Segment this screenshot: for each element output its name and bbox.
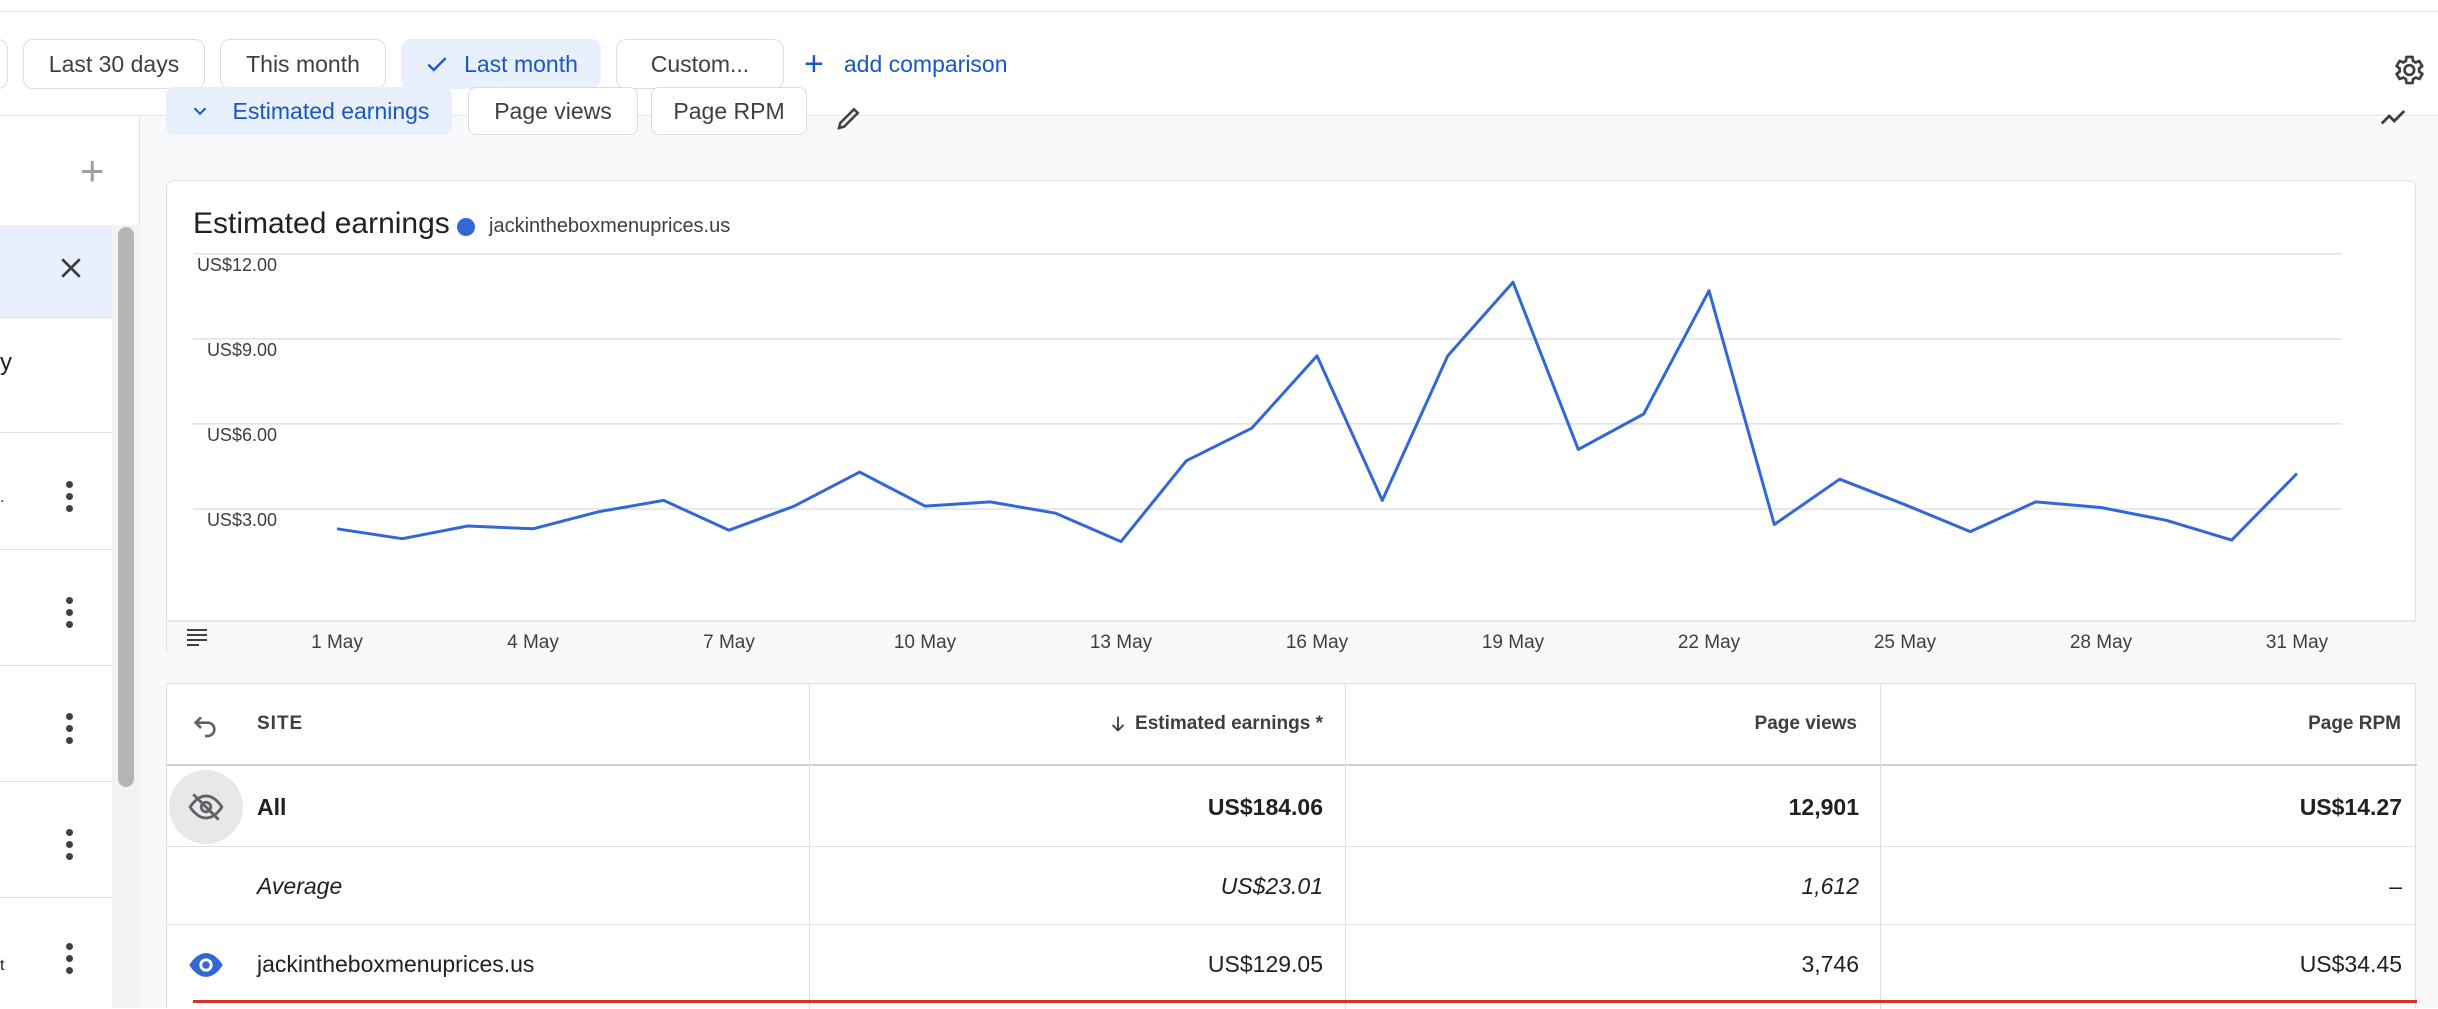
check-icon — [427, 57, 447, 72]
x-tick-label: 16 May — [1286, 632, 1349, 653]
chip-custom[interactable]: Custom... — [616, 39, 784, 89]
series-color-marker — [193, 1000, 2417, 1003]
divider — [0, 897, 112, 898]
hidden-eye-button[interactable] — [169, 770, 243, 844]
chip-label: Last 30 days — [48, 50, 180, 77]
chip-last-30-days[interactable]: Last 30 days — [23, 39, 205, 89]
cell-page-views: 1,612 — [1801, 872, 1859, 899]
add-filter-plus-icon[interactable]: + — [80, 147, 105, 195]
main-content: Estimated earnings Page views Page RPM E… — [140, 87, 2438, 1009]
chevron-down-icon — [193, 107, 206, 116]
truncated-text: . — [0, 489, 5, 506]
y-tick-label: US$3.00 — [207, 510, 277, 530]
chip-partial-left[interactable] — [0, 39, 8, 89]
header-label: Estimated earnings * — [1135, 713, 1323, 734]
add-comparison-label: add comparison — [843, 50, 1008, 77]
chart-toggle-icon[interactable] — [2376, 101, 2410, 131]
more-vert-icon[interactable] — [66, 713, 74, 745]
close-icon[interactable] — [56, 253, 86, 283]
series-line — [336, 280, 2299, 544]
cell-page-rpm: US$34.45 — [2299, 950, 2402, 977]
left-panel: + y . t — [0, 117, 140, 1008]
x-tick-label: 19 May — [1482, 632, 1545, 653]
metric-chip-estimated-earnings[interactable]: Estimated earnings — [166, 87, 452, 135]
arrow-down-icon — [1111, 716, 1125, 732]
x-tick-label: 7 May — [703, 632, 755, 653]
visibility-off-icon — [188, 793, 224, 821]
cell-site: All — [257, 793, 287, 820]
cell-page-rpm: – — [2389, 872, 2402, 899]
cell-earnings: US$184.06 — [1207, 793, 1323, 820]
header-divider — [167, 764, 2417, 766]
edit-pencil-icon[interactable] — [834, 103, 864, 133]
header-estimated-earnings[interactable]: Estimated earnings * — [809, 684, 1337, 764]
header-page-rpm[interactable]: Page RPM — [1879, 684, 2415, 764]
more-vert-icon[interactable] — [66, 481, 74, 513]
divider — [0, 665, 112, 666]
divider — [0, 549, 112, 550]
x-tick-label: 13 May — [1090, 632, 1153, 653]
chip-label: This month — [246, 50, 360, 77]
chip-this-month[interactable]: This month — [220, 39, 386, 89]
x-tick-label: 1 May — [311, 632, 363, 653]
chip-label: Custom... — [650, 50, 750, 77]
sites-table: SITE Estimated earnings * Page views Pag… — [166, 683, 2417, 1009]
earnings-chart-card: Estimated earnings jackintheboxmenuprice… — [166, 180, 2417, 659]
x-tick-label: 28 May — [2070, 632, 2133, 653]
x-tick-label: 4 May — [507, 632, 559, 653]
metric-chip-page-views[interactable]: Page views — [468, 87, 638, 135]
cell-page-views: 12,901 — [1788, 793, 1859, 820]
truncated-text: y — [0, 349, 12, 376]
visibility-icon[interactable] — [187, 946, 225, 984]
undo-icon[interactable] — [189, 708, 221, 740]
cell-site: Average — [257, 872, 343, 899]
divider — [0, 317, 112, 318]
x-tick-label: 22 May — [1678, 632, 1741, 653]
x-tick-label: 31 May — [2266, 632, 2329, 653]
more-vert-icon[interactable] — [66, 829, 74, 861]
cell-page-views: 3,746 — [1801, 950, 1859, 977]
y-tick-label: US$6.00 — [207, 425, 277, 445]
metric-label: Page views — [494, 97, 612, 124]
earnings-line-chart: US$3.00 US$6.00 US$9.00 US$12.00 1 May 4 May 7… — [167, 253, 2417, 659]
header-site[interactable]: SITE — [257, 684, 303, 764]
cell-page-rpm: US$14.27 — [2299, 793, 2402, 820]
x-tick-label: 10 May — [894, 632, 957, 653]
cell-earnings: US$23.01 — [1220, 872, 1323, 899]
y-tick-label: US$9.00 — [207, 340, 277, 360]
scrollbar-thumb[interactable] — [118, 227, 134, 787]
header-page-views[interactable]: Page views — [1343, 684, 1871, 764]
gear-icon[interactable] — [2390, 52, 2426, 88]
cell-site[interactable]: jackintheboxmenuprices.us — [257, 925, 534, 1003]
metric-chip-page-rpm[interactable]: Page RPM — [651, 87, 807, 135]
metric-label: Page RPM — [673, 97, 785, 124]
divider — [0, 432, 112, 433]
truncated-text: t — [0, 957, 5, 974]
chip-label: Last month — [464, 50, 578, 77]
more-vert-icon[interactable] — [66, 597, 74, 629]
x-tick-label: 25 May — [1874, 632, 1937, 653]
chip-last-month[interactable]: Last month — [401, 39, 601, 89]
metric-label: Estimated earnings — [232, 97, 430, 124]
add-comparison-button[interactable]: + add comparison — [804, 39, 1008, 89]
plus-icon: + — [804, 45, 824, 83]
cell-earnings: US$129.05 — [1207, 950, 1323, 977]
divider — [0, 781, 112, 782]
y-tick-label: US$12.00 — [197, 255, 277, 275]
top-edge — [0, 0, 2438, 12]
more-vert-icon[interactable] — [66, 943, 74, 975]
